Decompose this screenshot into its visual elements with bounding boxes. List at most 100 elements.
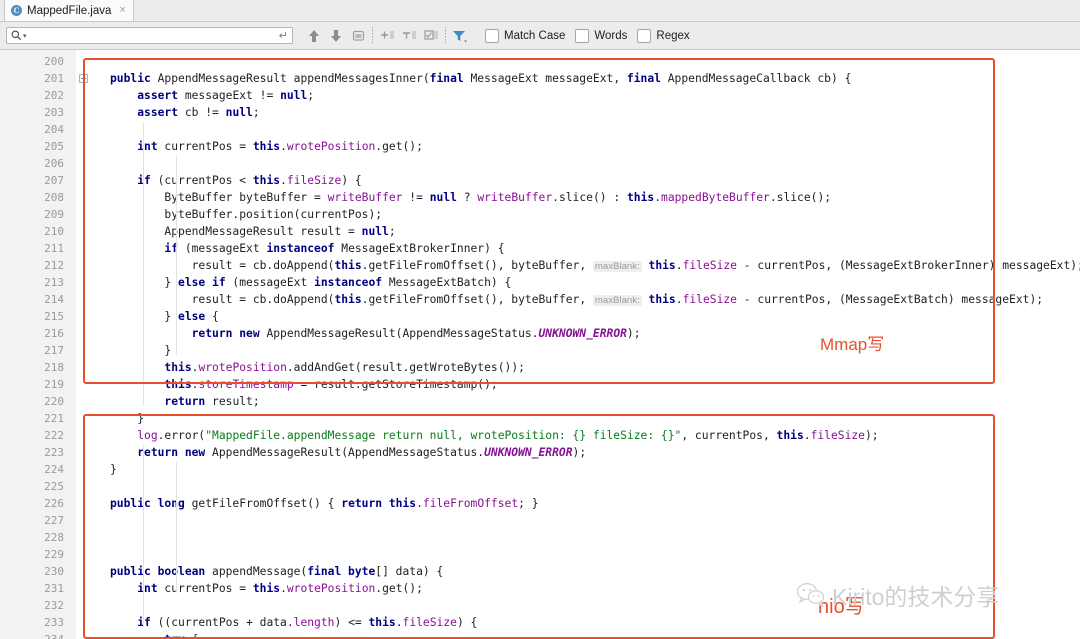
wechat-icon [796, 582, 826, 608]
line-number: 209 [44, 208, 64, 221]
find-previous-button[interactable] [303, 25, 325, 47]
line-number: 210 [44, 225, 64, 238]
search-field-wrapper[interactable]: ▾ ↵ [6, 27, 293, 44]
code-line[interactable]: byteBuffer.position(currentPos); [100, 206, 1080, 223]
watermark-text: Kirito的技术分享 [832, 584, 1000, 610]
editor-tab-label: MappedFile.java [27, 4, 112, 17]
line-number: 230 [44, 565, 64, 578]
line-number: 203 [44, 106, 64, 119]
line-number: 225 [44, 480, 64, 493]
select-all-button[interactable] [420, 25, 442, 47]
line-number: 204 [44, 123, 64, 136]
code-line[interactable] [100, 546, 1080, 563]
add-selection-button[interactable] [376, 25, 398, 47]
line-number: 212 [44, 259, 64, 272]
code-line[interactable]: return result; [100, 393, 1080, 410]
find-option-match-case[interactable]: Match Case [485, 28, 575, 43]
code-line[interactable]: result = cb.doAppend(this.getFileFromOff… [100, 291, 1080, 308]
editor-viewport[interactable]: 200 201 202 203 204 205 206 207 208 209 210 211 212 2… [0, 50, 1080, 639]
line-number: 223 [44, 446, 64, 459]
java-class-icon: C [11, 5, 22, 16]
watermark: Kirito的技术分享 [796, 578, 999, 612]
code-line[interactable]: this.wrotePosition.addAndGet(result.getW… [100, 359, 1080, 376]
fold-toggle-icon[interactable] [79, 74, 88, 83]
line-number: 219 [44, 378, 64, 391]
line-number: 226 [44, 497, 64, 510]
find-option-words[interactable]: Words [575, 28, 637, 43]
code-line[interactable]: } [100, 461, 1080, 478]
fold-gutter[interactable] [76, 50, 100, 639]
indent-guide [143, 445, 144, 627]
code-line[interactable]: if ((currentPos + data.length) <= this.f… [100, 614, 1080, 631]
code-line[interactable] [100, 529, 1080, 546]
code-line[interactable]: if (currentPos < this.fileSize) { [100, 172, 1080, 189]
code-line[interactable]: } [100, 410, 1080, 427]
checkbox-words[interactable] [575, 28, 590, 43]
code-line[interactable] [100, 155, 1080, 172]
find-option-regex[interactable]: Regex [637, 28, 699, 43]
label-words: Words [594, 29, 628, 42]
line-number: 202 [44, 89, 64, 102]
code-line[interactable]: assert messageExt != null; [100, 87, 1080, 104]
code-line[interactable]: return new AppendMessageResult(AppendMes… [100, 325, 1080, 342]
label-regex: Regex [656, 29, 690, 42]
indent-guide [176, 462, 177, 593]
toolbar-separator [445, 26, 446, 45]
line-number: 213 [44, 276, 64, 289]
line-number: 200 [44, 55, 64, 68]
code-line[interactable]: int currentPos = this.wrotePosition.get(… [100, 138, 1080, 155]
code-editor-window: C MappedFile.java × ▾ ↵ Match Case Words… [0, 0, 1080, 639]
line-number: 207 [44, 174, 64, 187]
code-line[interactable] [100, 478, 1080, 495]
code-line[interactable]: log.error("MappedFile.appendMessage retu… [100, 427, 1080, 444]
source-code[interactable]: public AppendMessageResult appendMessage… [100, 53, 1080, 639]
code-line[interactable]: } else { [100, 308, 1080, 325]
line-number: 228 [44, 531, 64, 544]
editor-tab-mappedfile[interactable]: C MappedFile.java × [4, 0, 134, 21]
line-number: 222 [44, 429, 64, 442]
enter-icon: ↵ [278, 30, 288, 42]
code-line[interactable]: ByteBuffer byteBuffer = writeBuffer != n… [100, 189, 1080, 206]
line-number: 205 [44, 140, 64, 153]
code-line[interactable] [100, 512, 1080, 529]
code-line[interactable] [100, 53, 1080, 70]
annotation-label-mmap: Mmap写 [820, 335, 885, 354]
code-line[interactable]: try { [100, 631, 1080, 639]
line-number: 231 [44, 582, 64, 595]
select-all-occurrences-button[interactable] [347, 25, 369, 47]
close-icon[interactable]: × [119, 5, 125, 16]
code-line[interactable]: public long getFileFromOffset() { return… [100, 495, 1080, 512]
line-number: 232 [44, 599, 64, 612]
code-line[interactable]: assert cb != null; [100, 104, 1080, 121]
search-input[interactable] [26, 28, 279, 43]
line-number: 221 [44, 412, 64, 425]
code-line[interactable] [100, 121, 1080, 138]
line-number: 218 [44, 361, 64, 374]
remove-selection-button[interactable] [398, 25, 420, 47]
line-number: 234 [0, 631, 64, 639]
code-line[interactable]: public AppendMessageResult appendMessage… [100, 70, 1080, 87]
line-number: 217 [44, 344, 64, 357]
line-number: 220 [44, 395, 64, 408]
line-number: 216 [44, 327, 64, 340]
checkbox-regex[interactable] [637, 28, 652, 43]
find-next-button[interactable] [325, 25, 347, 47]
line-number: 227 [44, 514, 64, 527]
line-number: 211 [44, 242, 64, 255]
find-toolbar: ▾ ↵ Match Case Words Regex [0, 22, 1080, 50]
filter-button[interactable] [449, 25, 471, 47]
code-line[interactable]: } [100, 342, 1080, 359]
checkbox-match-case[interactable] [485, 28, 499, 43]
code-line[interactable]: result = cb.doAppend(this.getFileFromOff… [100, 257, 1080, 274]
code-line[interactable]: AppendMessageResult result = null; [100, 223, 1080, 240]
code-line[interactable]: return new AppendMessageResult(AppendMes… [100, 444, 1080, 461]
code-line[interactable]: if (messageExt instanceof MessageExtBrok… [100, 240, 1080, 257]
line-number: 224 [44, 463, 64, 476]
label-match-case: Match Case [504, 29, 566, 42]
indent-guide [176, 156, 177, 355]
code-line[interactable]: this.storeTimestamp = result.getStoreTim… [100, 376, 1080, 393]
line-number: 229 [44, 548, 64, 561]
code-line[interactable]: } else if (messageExt instanceof Message… [100, 274, 1080, 291]
line-number: 215 [44, 310, 64, 323]
line-number: 201 [44, 72, 64, 85]
